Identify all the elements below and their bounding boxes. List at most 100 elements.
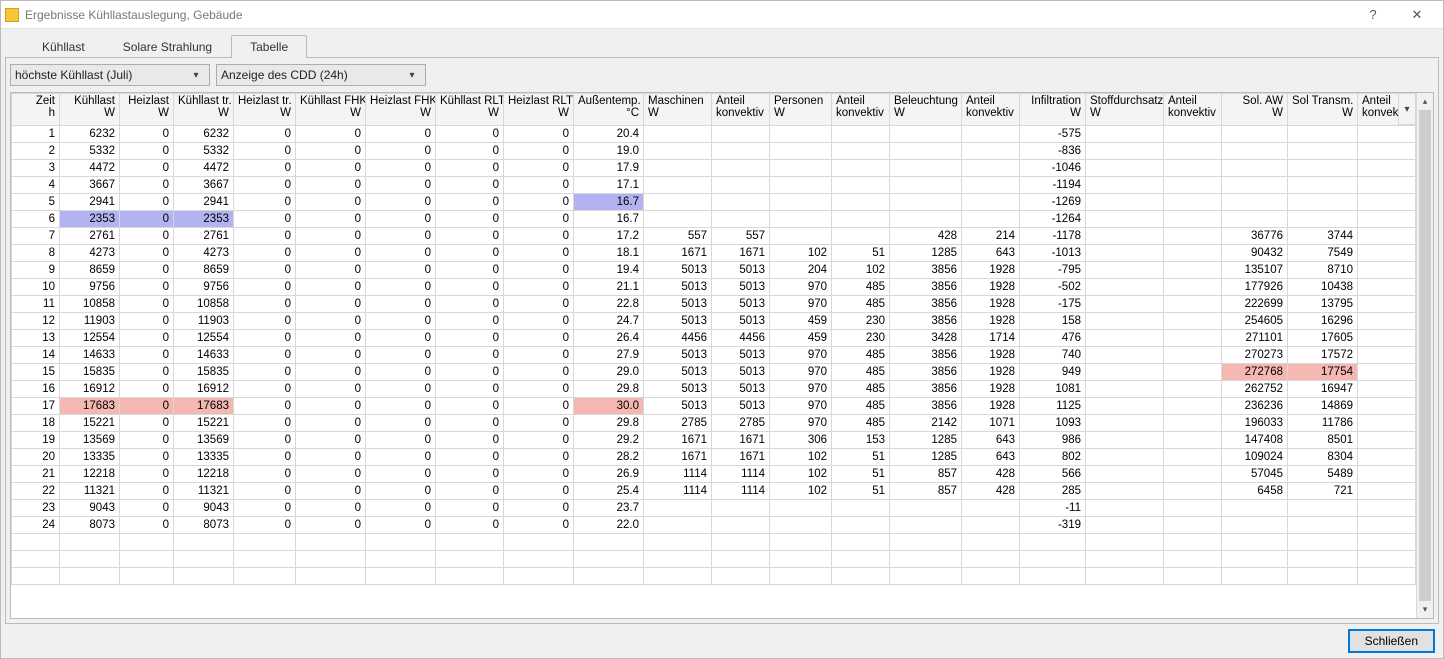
- cell-temp[interactable]: 27.9: [574, 347, 644, 364]
- cell-masch[interactable]: 1671: [644, 432, 712, 449]
- cell-ak1[interactable]: [712, 211, 770, 228]
- cell-kuehltr[interactable]: 8073: [174, 517, 234, 534]
- cell-ak2[interactable]: [832, 211, 890, 228]
- cell-masch[interactable]: [644, 517, 712, 534]
- cell-krlt[interactable]: 0: [436, 415, 504, 432]
- cell-bel[interactable]: 857: [890, 483, 962, 500]
- cell-soltr[interactable]: 16296: [1288, 313, 1358, 330]
- cell-bel[interactable]: 3856: [890, 381, 962, 398]
- cell-temp[interactable]: 16.7: [574, 194, 644, 211]
- cell-bel[interactable]: [890, 500, 962, 517]
- cell-zeit[interactable]: 24: [12, 517, 60, 534]
- cell-masch[interactable]: [644, 500, 712, 517]
- cell-ak5[interactable]: [1358, 211, 1416, 228]
- cell-soltr[interactable]: 14869: [1288, 398, 1358, 415]
- cell-kuehl[interactable]: 13335: [60, 449, 120, 466]
- cell-ak4[interactable]: [1164, 432, 1222, 449]
- cell-kuehltr[interactable]: 9043: [174, 500, 234, 517]
- cell-krlt[interactable]: 0: [436, 517, 504, 534]
- cell-hfhk[interactable]: 0: [366, 449, 436, 466]
- cell-temp[interactable]: 17.9: [574, 160, 644, 177]
- cell-soltr[interactable]: 721: [1288, 483, 1358, 500]
- table-row[interactable]: 25332053320000019.0-836: [12, 143, 1416, 160]
- cell-heiz[interactable]: 0: [120, 347, 174, 364]
- cell-masch[interactable]: 5013: [644, 381, 712, 398]
- cell-ak2[interactable]: [832, 126, 890, 143]
- col-header-hfhk[interactable]: Heizlast FHKW: [366, 94, 436, 126]
- cell-solaw[interactable]: 272768: [1222, 364, 1288, 381]
- col-header-ak4[interactable]: Anteilkonvektiv: [1164, 94, 1222, 126]
- cell-heiz[interactable]: 0: [120, 466, 174, 483]
- cell-heiztr[interactable]: 0: [234, 500, 296, 517]
- cell-heiztr[interactable]: 0: [234, 262, 296, 279]
- cell-ak2[interactable]: [832, 177, 890, 194]
- cell-temp[interactable]: 29.8: [574, 381, 644, 398]
- cell-kfhk[interactable]: 0: [296, 245, 366, 262]
- cell-ak2[interactable]: 485: [832, 364, 890, 381]
- cell-kuehltr[interactable]: 2761: [174, 228, 234, 245]
- cell-temp[interactable]: 19.4: [574, 262, 644, 279]
- cell-hfhk[interactable]: 0: [366, 228, 436, 245]
- cell-ak4[interactable]: [1164, 160, 1222, 177]
- cell-kfhk[interactable]: 0: [296, 483, 366, 500]
- table-row[interactable]: 109756097560000021.150135013970485385619…: [12, 279, 1416, 296]
- cell-solaw[interactable]: [1222, 160, 1288, 177]
- cell-temp[interactable]: 25.4: [574, 483, 644, 500]
- cell-stoff[interactable]: [1086, 160, 1164, 177]
- table-row[interactable]: 12119030119030000024.7501350134592303856…: [12, 313, 1416, 330]
- table-row[interactable]: 19135690135690000029.2167116713061531285…: [12, 432, 1416, 449]
- cell-ak4[interactable]: [1164, 364, 1222, 381]
- cell-zeit[interactable]: 17: [12, 398, 60, 415]
- table-row[interactable]: 17176830176830000030.0501350139704853856…: [12, 398, 1416, 415]
- cell-kuehltr[interactable]: 6232: [174, 126, 234, 143]
- cell-solaw[interactable]: 109024: [1222, 449, 1288, 466]
- cell-ak1[interactable]: 5013: [712, 347, 770, 364]
- cell-zeit[interactable]: 11: [12, 296, 60, 313]
- cell-hrlt[interactable]: 0: [504, 126, 574, 143]
- table-row[interactable]: 16232062320000020.4-575: [12, 126, 1416, 143]
- cell-ak2[interactable]: 485: [832, 347, 890, 364]
- cell-ak2[interactable]: 102: [832, 262, 890, 279]
- cell-soltr[interactable]: 7549: [1288, 245, 1358, 262]
- cell-temp[interactable]: 22.0: [574, 517, 644, 534]
- cell-heiztr[interactable]: 0: [234, 126, 296, 143]
- cell-pers[interactable]: 102: [770, 483, 832, 500]
- cell-temp[interactable]: 29.0: [574, 364, 644, 381]
- cell-heiztr[interactable]: 0: [234, 313, 296, 330]
- cell-kuehltr[interactable]: 2941: [174, 194, 234, 211]
- cell-pers[interactable]: [770, 143, 832, 160]
- cell-ak4[interactable]: [1164, 500, 1222, 517]
- cell-zeit[interactable]: 10: [12, 279, 60, 296]
- cell-solaw[interactable]: 177926: [1222, 279, 1288, 296]
- cell-inf[interactable]: 1081: [1020, 381, 1086, 398]
- col-header-krlt[interactable]: Kühllast RLTW: [436, 94, 504, 126]
- cell-ak3[interactable]: 1928: [962, 262, 1020, 279]
- cell-solaw[interactable]: 222699: [1222, 296, 1288, 313]
- cell-zeit[interactable]: 21: [12, 466, 60, 483]
- cell-kuehl[interactable]: 15835: [60, 364, 120, 381]
- cell-masch[interactable]: 2785: [644, 415, 712, 432]
- cell-pers[interactable]: 970: [770, 279, 832, 296]
- cell-ak2[interactable]: 230: [832, 313, 890, 330]
- cell-ak1[interactable]: [712, 143, 770, 160]
- table-row[interactable]: 20133350133350000028.2167116711025112856…: [12, 449, 1416, 466]
- cell-heiz[interactable]: 0: [120, 432, 174, 449]
- cell-ak3[interactable]: 214: [962, 228, 1020, 245]
- cell-heiz[interactable]: 0: [120, 194, 174, 211]
- cell-kuehltr[interactable]: 17683: [174, 398, 234, 415]
- cell-masch[interactable]: 1671: [644, 245, 712, 262]
- cell-stoff[interactable]: [1086, 449, 1164, 466]
- cell-ak4[interactable]: [1164, 211, 1222, 228]
- cell-bel[interactable]: 1285: [890, 449, 962, 466]
- cell-stoff[interactable]: [1086, 262, 1164, 279]
- cell-zeit[interactable]: 23: [12, 500, 60, 517]
- cell-inf[interactable]: -1013: [1020, 245, 1086, 262]
- cell-temp[interactable]: 29.2: [574, 432, 644, 449]
- cell-temp[interactable]: 17.1: [574, 177, 644, 194]
- cell-inf[interactable]: 1125: [1020, 398, 1086, 415]
- cell-heiz[interactable]: 0: [120, 500, 174, 517]
- cell-heiztr[interactable]: 0: [234, 245, 296, 262]
- cell-hrlt[interactable]: 0: [504, 228, 574, 245]
- cell-ak4[interactable]: [1164, 177, 1222, 194]
- cell-solaw[interactable]: 254605: [1222, 313, 1288, 330]
